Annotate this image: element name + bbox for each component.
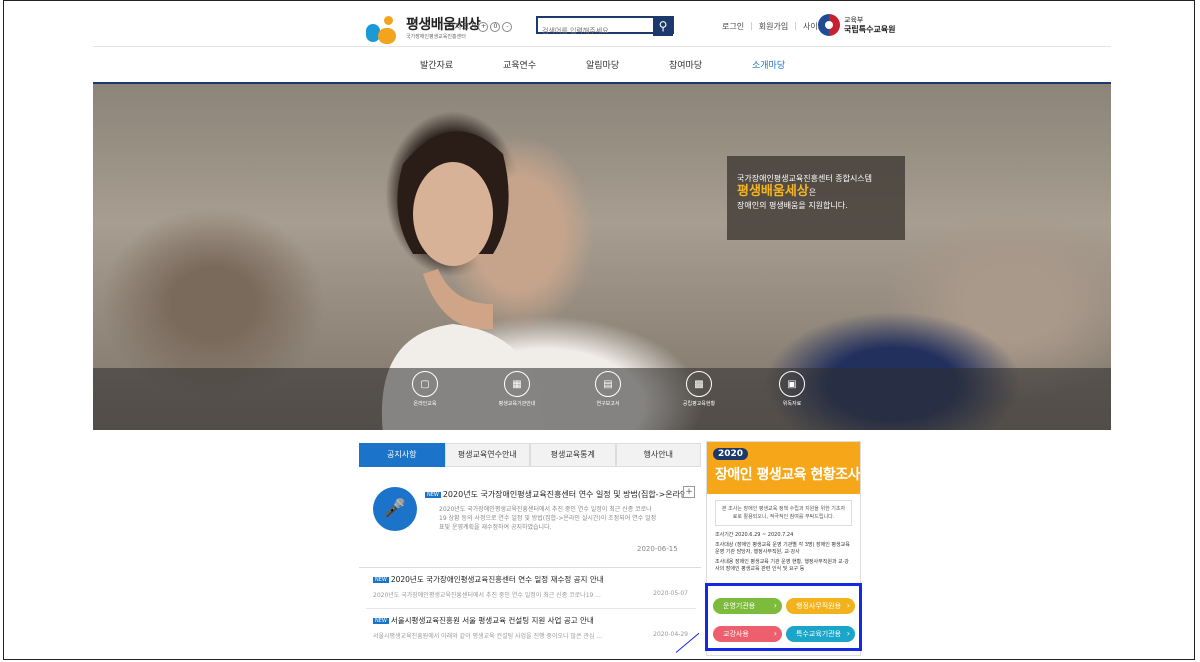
survey-target: 조사대상 (장애인 평생교육 운영 기관별 각 3명) 장애인 평생교육 운영 … [715, 542, 850, 555]
survey-content: 조사내용 장애인 평생교육 기관 운영 현황, 행정사무직원과 교·강사의 장애… [715, 559, 849, 572]
search-input[interactable] [538, 24, 656, 38]
building-icon: ▦ [504, 371, 530, 397]
ministry-line2: 국립특수교육원 [844, 24, 896, 34]
utility-links: 로그인 | 회원가입 | 사이트맵 [722, 21, 832, 32]
quick-link-status[interactable]: ▩ 공립평교육현황 [659, 371, 739, 407]
notice-date: 2020-05-07 [653, 590, 688, 597]
notice-summary: 2020년도 국가장애인평생교육진흥센터에서 추진 중인 연수 일정이 최근 신… [373, 592, 601, 599]
tab-training-info[interactable]: 평생교육연수안내 [444, 443, 530, 467]
tab-statistics[interactable]: 평생교육통계 [530, 443, 616, 467]
new-badge: NEW [425, 491, 441, 498]
new-badge: NEW [373, 577, 389, 583]
main-nav: 발간자료 교육연수 알림마당 참여마당 소개마당 [420, 58, 835, 71]
quick-link-materials[interactable]: ▣ 위독자료 [752, 371, 832, 407]
survey-year: 2020 [713, 448, 749, 460]
notice-date: 2020-04-29 [653, 631, 688, 638]
report-icon: ▩ [686, 371, 712, 397]
font-increase-icon[interactable]: + [478, 21, 489, 32]
nav-item-publications[interactable]: 발간자료 [420, 58, 503, 71]
photo-icon: ▣ [779, 371, 805, 397]
monitor-icon: ▢ [412, 371, 438, 397]
nav-item-training[interactable]: 교육연수 [503, 58, 586, 71]
hero-banner: 국가장애인평생교육진흥센터 종합시스템 평생배움세상은 장애인의 평생배움을 지… [93, 84, 1111, 430]
new-badge: NEW [373, 618, 389, 624]
logo-mark-icon [366, 14, 400, 44]
featured-notice-body: 2020년도 국가장애인평생교육진흥센터에서 추진 중인 연수 일정이 최근 신… [439, 506, 657, 531]
quick-link-label: 연구보고서 [596, 401, 620, 407]
nav-item-about[interactable]: 소개마당 [752, 58, 835, 71]
survey-button-instructor[interactable]: 교강사용 › [713, 626, 782, 642]
logo-subtitle: 국가장애인평생교육진흥센터 [406, 33, 466, 40]
chevron-right-icon: › [773, 601, 777, 610]
quick-link-reports[interactable]: ▤ 연구보고서 [568, 371, 648, 407]
tab-events[interactable]: 행사안내 [615, 443, 701, 467]
quick-link-institutions[interactable]: ▦ 평생교육기관안내 [477, 371, 557, 407]
quick-link-label: 평생교육기관안내 [498, 401, 536, 407]
font-size-control: 글자크기 + 0 - [447, 21, 513, 32]
header-divider [93, 46, 1111, 47]
nav-item-notices[interactable]: 알림마당 [586, 58, 669, 71]
microphone-icon: 🎤 [373, 487, 417, 531]
button-label: 교강사용 [723, 630, 749, 638]
featured-notice-title[interactable]: NEW 2020년도 국가장애인평생교육진흥센터 연수 일정 및 방법(집합->온… [425, 489, 685, 500]
quick-link-label: 위독자료 [782, 401, 802, 407]
survey-button-special-edu[interactable]: 특수교육기관용 › [786, 626, 855, 642]
chevron-right-icon: › [846, 601, 850, 610]
more-plus-icon[interactable]: + [683, 486, 695, 498]
chevron-right-icon: › [846, 629, 850, 638]
survey-header: 2020 장애인 평생교육 현황조사 [707, 442, 860, 494]
notice-title: 서울시평생교육진흥원 서울 평생교육 컨설팅 지원 사업 공고 안내 [390, 616, 594, 625]
survey-title: 장애인 평생교육 현황조사 [715, 467, 860, 483]
quick-link-label: 공립평교육현황 [682, 401, 716, 407]
notice-divider [366, 608, 696, 609]
font-decrease-icon[interactable]: - [502, 21, 513, 32]
featured-notice[interactable]: 🎤 NEW 2020년도 국가장애인평생교육진흥센터 연수 일정 및 방법(집합-… [359, 467, 701, 568]
survey-button-admin-staff[interactable]: 행정사무직원용 › [786, 598, 855, 614]
survey-period: 조사기간 2020.6.29 ~ 2020.7.24 [715, 532, 794, 538]
font-reset-icon[interactable]: 0 [490, 21, 501, 32]
notice-tabs: 공지사항 평생교육연수안내 평생교육통계 행사안내 [359, 443, 701, 467]
search-button[interactable]: ⚲ [653, 16, 673, 36]
hero-caption: 국가장애인평생교육진흥센터 종합시스템 평생배움세상은 장애인의 평생배움을 지… [727, 156, 905, 240]
login-link[interactable]: 로그인 [722, 21, 744, 32]
search-icon: ⚲ [658, 19, 668, 33]
hero-highlight: 평생배움세상 [737, 184, 809, 199]
hero-line3: 장애인의 평생배움을 지원합니다. [737, 201, 848, 210]
chevron-right-icon: › [773, 629, 777, 638]
document-icon: ▤ [595, 371, 621, 397]
font-size-label: 글자크기 [447, 22, 477, 31]
notice-summary: 서울시평생교육진흥원에서 아래와 같이 평생교육 컨설팅 사업을 진행 중이오니… [373, 633, 603, 640]
featured-title-text: 2020년도 국가장애인평생교육진흥센터 연수 일정 및 방법(집합->온라인 … [442, 490, 685, 499]
ministry-line1: 교육부 [844, 15, 864, 24]
ministry-logo[interactable]: 교육부 국립특수교육원 [818, 14, 896, 36]
nav-item-participation[interactable]: 참여마당 [669, 58, 752, 71]
notice-title: 2020년도 국가장애인평생교육진흥센터 연수 일정 재수정 공지 안내 [390, 575, 604, 584]
notice-item[interactable]: NEW 서울시평생교육진흥원 서울 평생교육 컨설팅 지원 사업 공고 안내 서울… [373, 615, 688, 640]
featured-notice-date: 2020-06-15 [637, 545, 678, 553]
button-label: 특수교육기관용 [796, 630, 842, 638]
survey-intro: 본 조사는 장애인 평생교육 정책 수립과 지원을 위한 기초자료로 활용되오니… [715, 500, 852, 526]
notice-item[interactable]: NEW 2020년도 국가장애인평생교육진흥센터 연수 일정 재수정 공지 안내 … [373, 574, 688, 599]
tab-notices[interactable]: 공지사항 [359, 443, 445, 467]
quick-link-label: 온라인교육 [413, 401, 437, 407]
button-label: 운영기관용 [723, 602, 756, 610]
ministry-emblem-icon [818, 14, 840, 36]
search-box: ⚲ [536, 16, 674, 38]
signup-link[interactable]: 회원가입 [759, 21, 788, 32]
quick-link-online-edu[interactable]: ▢ 온라인교육 [385, 371, 465, 407]
button-label: 행정사무직원용 [796, 602, 842, 610]
survey-button-institution[interactable]: 운영기관용 › [713, 598, 782, 614]
hero-highlight-suffix: 은 [808, 188, 817, 197]
